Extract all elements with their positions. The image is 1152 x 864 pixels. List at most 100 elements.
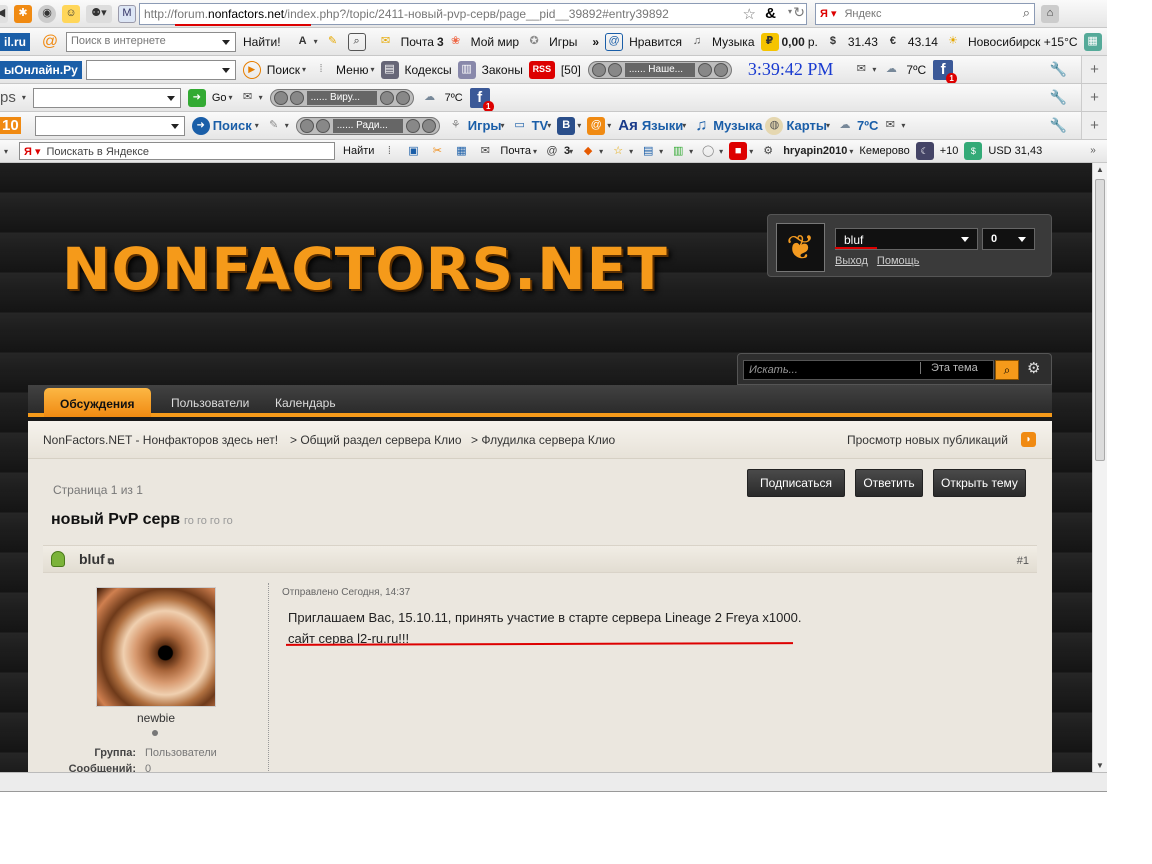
virus-player[interactable]: ...... Виру... bbox=[269, 88, 414, 107]
stop-icon[interactable] bbox=[591, 62, 606, 77]
mute-icon[interactable] bbox=[713, 62, 728, 77]
facebook-icon[interactable]: f1 bbox=[469, 87, 494, 111]
rss-icon[interactable]: ◗ bbox=[1021, 432, 1036, 447]
reload-icon[interactable]: ↻ bbox=[793, 4, 805, 21]
maps-link[interactable]: Карты bbox=[786, 118, 827, 133]
yandex-settings-icon[interactable]: ⚙ bbox=[759, 142, 777, 160]
site-search-input[interactable]: Искать... Эта тема bbox=[743, 360, 994, 380]
mail-icon[interactable]: ✉ bbox=[881, 117, 899, 135]
breadcrumb-home[interactable]: NonFactors.NET - Нонфакторов здесь нет! bbox=[43, 433, 278, 447]
languages-link[interactable]: Языки bbox=[642, 118, 683, 133]
play-icon[interactable] bbox=[315, 118, 330, 133]
tv-link[interactable]: TV bbox=[532, 118, 549, 133]
gift-icon[interactable]: ■ bbox=[729, 142, 748, 160]
search-engine-box[interactable]: Я ▾ Яндекс ⌕ bbox=[815, 2, 1035, 25]
search-scope[interactable]: Эта тема bbox=[920, 362, 978, 374]
user-menu-icon[interactable]: ⚉▾ bbox=[86, 4, 112, 23]
magnifier-icon[interactable]: ⌕ bbox=[1023, 5, 1030, 21]
tab-calendar[interactable]: Календарь bbox=[275, 388, 336, 417]
laws-link[interactable]: Законы bbox=[482, 63, 523, 77]
add-toolbar-button[interactable]: + bbox=[1081, 84, 1107, 111]
post-author[interactable]: bluf ⧉ bbox=[79, 551, 114, 567]
yandex-search-input[interactable]: Я ▾ Поискать в Яндексе bbox=[19, 142, 336, 160]
music-link[interactable]: Музыка bbox=[712, 35, 754, 49]
overflow-chevron-icon[interactable]: » bbox=[1084, 142, 1102, 160]
games-link[interactable]: Игры bbox=[549, 35, 577, 49]
radio-player[interactable]: ...... Ради... bbox=[295, 116, 440, 135]
find-button[interactable]: Найти! bbox=[243, 35, 281, 49]
tab-discussions[interactable]: Обсуждения bbox=[44, 388, 151, 417]
weather-text[interactable]: Новосибирск +15°C bbox=[968, 35, 1078, 49]
portal-search-button[interactable]: Поиск bbox=[213, 118, 252, 133]
more-chevron[interactable]: » bbox=[592, 35, 599, 49]
brush-icon[interactable]: ✎ bbox=[265, 117, 283, 135]
view-new-posts-link[interactable]: Просмотр новых публикаций bbox=[847, 433, 1008, 447]
wrench-icon[interactable]: 🔧 bbox=[1050, 61, 1067, 78]
play-icon[interactable] bbox=[607, 62, 622, 77]
go-button[interactable]: Go bbox=[212, 92, 227, 104]
my-world-link[interactable]: Мой мир bbox=[471, 35, 519, 49]
rss-badge[interactable]: RSS bbox=[528, 60, 555, 79]
copy-icon[interactable]: ▤ bbox=[639, 142, 657, 160]
favorite-star-icon[interactable]: ☆ bbox=[609, 142, 627, 160]
bookmark-star-icon[interactable]: ☆ bbox=[743, 5, 756, 23]
mail-icon[interactable]: ✉ bbox=[239, 89, 257, 107]
site-logo[interactable]: NONFACTORS.NET bbox=[62, 235, 668, 303]
address-bar[interactable]: http://forum.nonfactors.net/index.php?/t… bbox=[139, 2, 807, 25]
add-toolbar-button[interactable]: + bbox=[1081, 56, 1107, 83]
translate-pair-icon[interactable]: ▥ bbox=[669, 142, 687, 160]
scroll-up-icon[interactable]: ▲ bbox=[1096, 165, 1104, 174]
mute-icon[interactable] bbox=[421, 118, 436, 133]
yandex-mail-link[interactable]: Почта bbox=[500, 145, 531, 157]
post-number[interactable]: #1 bbox=[1017, 555, 1029, 567]
post-author-name[interactable]: bluf bbox=[79, 551, 105, 567]
help-link[interactable]: Помощь bbox=[877, 255, 920, 267]
apps-search-select[interactable] bbox=[32, 87, 181, 108]
online-search-button[interactable]: Поиск bbox=[267, 63, 300, 77]
breadcrumb-forum[interactable]: > Флудилка сервера Клио bbox=[471, 433, 615, 447]
tab-users[interactable]: Пользователи bbox=[171, 388, 249, 417]
odnoklassniki-icon[interactable]: ✱ bbox=[14, 4, 32, 23]
mail-link[interactable]: Почта bbox=[401, 35, 434, 49]
music-link[interactable]: Музыка bbox=[713, 118, 762, 133]
add-toolbar-button[interactable]: + bbox=[1081, 112, 1107, 139]
notifications-dropdown[interactable]: 0 bbox=[982, 228, 1035, 250]
mailru-logo[interactable]: il.ru bbox=[0, 32, 31, 51]
stop-icon[interactable] bbox=[299, 118, 314, 133]
mail-envelope-icon[interactable]: ✉ bbox=[852, 61, 870, 79]
yandex-user-name[interactable]: hryapin2010 bbox=[783, 145, 847, 157]
reply-button[interactable]: Ответить bbox=[855, 469, 923, 497]
breadcrumb-section[interactable]: > Общий раздел сервера Клио bbox=[290, 433, 462, 447]
vkontakte-icon[interactable]: B bbox=[557, 116, 576, 135]
zoom-icon[interactable]: ⌕ bbox=[347, 32, 366, 51]
volume-icon[interactable] bbox=[405, 118, 420, 133]
bookmark-list-icon[interactable]: ▦ bbox=[452, 142, 470, 160]
wrench-icon[interactable]: 🔧 bbox=[1050, 89, 1067, 106]
codes-link[interactable]: Кодексы bbox=[405, 63, 452, 77]
ampersand-icon[interactable]: & bbox=[765, 5, 776, 22]
logout-link[interactable]: Выход bbox=[835, 255, 868, 267]
marker-icon[interactable]: ✎ bbox=[324, 33, 342, 51]
scrollbar-thumb[interactable] bbox=[1095, 179, 1105, 461]
at-mail-icon[interactable]: @ bbox=[587, 116, 606, 135]
back-icon[interactable]: ◀ bbox=[0, 4, 8, 23]
butterfly-avatar-icon[interactable]: ❦ bbox=[776, 223, 825, 272]
page-scrollbar[interactable]: ▲ ▼ bbox=[1092, 163, 1107, 772]
play-icon[interactable] bbox=[289, 90, 304, 105]
translate-icon[interactable]: ▣ bbox=[404, 142, 422, 160]
profile-link-icon[interactable]: ⧉ bbox=[108, 556, 114, 566]
search-options-gear-icon[interactable]: ⚙ bbox=[1027, 359, 1040, 377]
home-icon[interactable]: ⌂ bbox=[1041, 4, 1059, 23]
mute-icon[interactable] bbox=[395, 90, 410, 105]
menu-button[interactable]: Меню bbox=[336, 63, 368, 77]
scroll-down-icon[interactable]: ▼ bbox=[1096, 761, 1104, 770]
online-search-select[interactable] bbox=[85, 59, 236, 80]
wrench-icon[interactable]: 🔧 bbox=[1050, 117, 1067, 134]
volume-icon[interactable] bbox=[379, 90, 394, 105]
chat-bubble-icon[interactable]: ◯ bbox=[699, 142, 717, 160]
webcam-icon[interactable]: ◉ bbox=[38, 4, 56, 23]
portal-logo[interactable]: 10 bbox=[0, 117, 21, 134]
games-link[interactable]: Игры bbox=[468, 118, 502, 133]
internet-search-input[interactable]: Поиск в интернете bbox=[66, 31, 237, 52]
yandex-find-button[interactable]: Найти bbox=[343, 145, 374, 157]
